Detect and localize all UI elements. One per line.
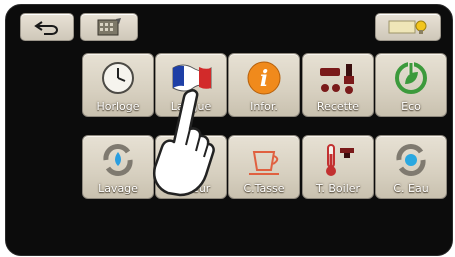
water-cycle-icon [376,140,446,180]
tile-label: Eco [401,100,421,113]
cup-warmer-icon [229,140,299,180]
tile-label: T. Boiler [315,182,361,195]
tile-label: Recette [316,100,360,113]
info-icon: i [229,58,299,98]
tile-label: C. Eau [393,182,429,195]
touch-screen: Horloge Langue i Infor. [5,4,453,256]
calendar-button[interactable] [80,13,138,41]
svg-text:i: i [260,66,268,92]
lightbulb-icon [388,20,427,34]
coffee-machine-panel: Horloge Langue i Infor. [0,0,455,257]
tile-eco[interactable]: Eco [375,53,447,117]
wash-cycle-icon [83,140,153,180]
tile-label: C.Tasse [243,182,285,195]
tile-lavage[interactable]: Lavage [82,135,154,199]
thermometer-icon [303,140,373,180]
tile-label: Lavage [98,182,138,195]
tile-label: Horloge [96,100,140,113]
tile-recette[interactable]: Recette [302,53,374,117]
tile-tboiler[interactable]: T. Boiler [302,135,374,199]
undo-arrow-icon [34,21,58,35]
tile-ceau[interactable]: C. Eau [375,135,447,199]
clock-icon [83,58,153,98]
recipe-cup-icon [303,58,373,98]
tile-ctasse[interactable]: C.Tasse [228,135,300,199]
back-button[interactable] [20,13,74,41]
tile-label: Infor. [250,100,278,113]
calendar-icon [97,18,121,36]
light-button[interactable] [375,13,441,41]
pointing-hand-icon [153,89,215,197]
eco-power-icon [376,58,446,98]
tile-horloge[interactable]: Horloge [82,53,154,117]
tile-infor[interactable]: i Infor. [228,53,300,117]
